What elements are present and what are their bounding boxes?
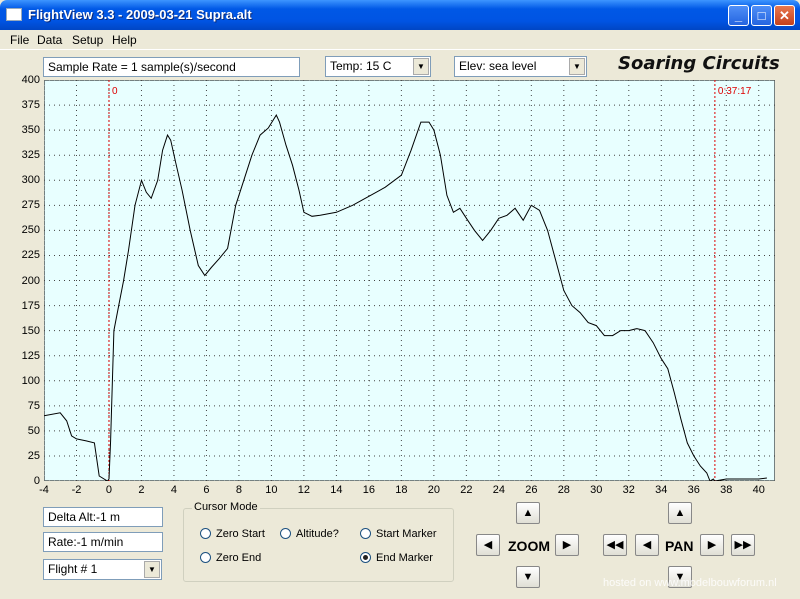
x-tick-label: 6	[203, 484, 210, 496]
radio-start-marker[interactable]: Start Marker	[360, 528, 437, 540]
x-tick-label: 18	[395, 484, 408, 496]
radio-zero-end[interactable]: Zero End	[200, 552, 261, 564]
temp-value: Temp: 15 C	[330, 59, 392, 73]
radio-label: Start Marker	[376, 528, 437, 540]
x-tick-label: 14	[330, 484, 343, 496]
start-marker-label: 0	[112, 86, 118, 97]
zoom-out-button[interactable]: ▼	[516, 566, 540, 588]
y-tick-label: 250	[21, 224, 40, 237]
radio-icon	[280, 528, 291, 539]
flight-value: Flight # 1	[48, 562, 98, 576]
radio-end-marker[interactable]: End Marker	[360, 552, 433, 564]
y-tick-label: 175	[21, 299, 40, 312]
radio-icon	[360, 528, 371, 539]
menu-bar: File Data Setup Help	[0, 30, 800, 50]
radio-label: Zero End	[216, 552, 262, 564]
menu-setup[interactable]: Setup	[72, 33, 103, 47]
sample-rate-field: Sample Rate = 1 sample(s)/second	[43, 57, 300, 77]
x-tick-label: 22	[460, 484, 473, 496]
x-tick-label: 4	[170, 484, 178, 496]
watermark: hosted on www.modelbouwforum.nl	[603, 577, 777, 589]
x-tick-label: 36	[687, 484, 700, 496]
radio-selected-icon	[360, 552, 371, 563]
y-tick-label: 125	[21, 349, 40, 362]
cursor-mode-title: Cursor Mode	[192, 501, 260, 513]
altitude-chart[interactable]: 0 0:37:17	[44, 80, 775, 481]
y-tick-label: 375	[21, 99, 40, 112]
x-tick-label: 32	[622, 484, 635, 496]
radio-icon	[200, 528, 211, 539]
chevron-down-icon[interactable]: ▼	[413, 58, 429, 75]
title-bar: FlightView 3.3 - 2009-03-21 Supra.alt _ …	[0, 0, 800, 30]
pan-up-button[interactable]: ▲	[668, 502, 692, 524]
x-tick-label: 40	[752, 484, 765, 496]
radio-icon	[200, 552, 211, 563]
close-button[interactable]: ✕	[774, 5, 795, 26]
pan-label: PAN	[665, 538, 694, 554]
zoom-right-button[interactable]: ▶	[555, 534, 579, 556]
x-tick-label: -2	[71, 484, 82, 496]
y-tick-label: 400	[21, 74, 40, 86]
x-tick-label: 30	[590, 484, 603, 496]
elevation-select[interactable]: Elev: sea level ▼	[454, 56, 587, 77]
maximize-button[interactable]: □	[751, 5, 772, 26]
y-tick-label: 275	[21, 199, 40, 212]
elevation-value: Elev: sea level	[459, 59, 537, 73]
y-tick-label: 25	[27, 449, 40, 462]
pan-left-button[interactable]: ◀	[635, 534, 659, 556]
rate-field: Rate:-1 m/min	[43, 532, 163, 552]
menu-file[interactable]: File	[10, 33, 29, 47]
pan-right-button[interactable]: ▶	[700, 534, 724, 556]
x-tick-label: 28	[557, 484, 570, 496]
brand-logo: Soaring Circuits	[618, 53, 780, 74]
y-tick-label: 225	[21, 249, 40, 262]
x-tick-label: 20	[427, 484, 440, 496]
app-icon	[6, 8, 22, 21]
radio-zero-start[interactable]: Zero Start	[200, 528, 265, 540]
radio-altitude[interactable]: Altitude?	[280, 528, 339, 540]
zoom-left-button[interactable]: ◀	[476, 534, 500, 556]
chevron-down-icon[interactable]: ▼	[569, 58, 585, 75]
x-tick-label: 12	[297, 484, 311, 496]
zoom-in-button[interactable]: ▲	[516, 502, 540, 524]
minimize-button[interactable]: _	[728, 5, 749, 26]
chevron-down-icon[interactable]: ▼	[144, 561, 160, 578]
y-tick-label: 75	[27, 399, 40, 412]
y-tick-label: 200	[21, 274, 40, 287]
menu-data[interactable]: Data	[37, 33, 62, 47]
menu-help[interactable]: Help	[112, 33, 137, 47]
x-tick-label: 10	[265, 484, 278, 496]
y-tick-label: 325	[21, 149, 40, 162]
y-tick-label: 350	[21, 124, 40, 137]
x-tick-label: -4	[39, 484, 49, 496]
x-tick-label: 34	[655, 484, 668, 496]
y-tick-label: 300	[21, 174, 40, 187]
radio-label: End Marker	[376, 552, 433, 564]
temp-select[interactable]: Temp: 15 C ▼	[325, 56, 431, 77]
x-tick-label: 0	[105, 484, 113, 496]
x-tick-label: 2	[138, 484, 145, 496]
cursor-mode-group: Cursor Mode Zero Start Altitude? Start M…	[183, 501, 454, 582]
x-tick-label: 38	[720, 484, 733, 496]
y-tick-label: 100	[21, 374, 40, 387]
y-tick-label: 50	[27, 424, 40, 437]
y-tick-label: 150	[21, 324, 40, 337]
x-tick-label: 26	[525, 484, 538, 496]
radio-label: Zero Start	[216, 528, 265, 540]
zoom-label: ZOOM	[508, 538, 550, 554]
window-title: FlightView 3.3 - 2009-03-21 Supra.alt	[28, 7, 252, 22]
pan-first-button[interactable]: ◀◀	[603, 534, 627, 556]
x-tick-label: 16	[362, 484, 375, 496]
x-tick-label: 24	[492, 484, 505, 496]
x-tick-label: 8	[235, 484, 242, 496]
pan-last-button[interactable]: ▶▶	[731, 534, 755, 556]
end-marker-label: 0:37:17	[718, 86, 752, 97]
flight-select[interactable]: Flight # 1 ▼	[43, 559, 162, 580]
radio-label: Altitude?	[296, 528, 339, 540]
delta-alt-field: Delta Alt:-1 m	[43, 507, 163, 527]
